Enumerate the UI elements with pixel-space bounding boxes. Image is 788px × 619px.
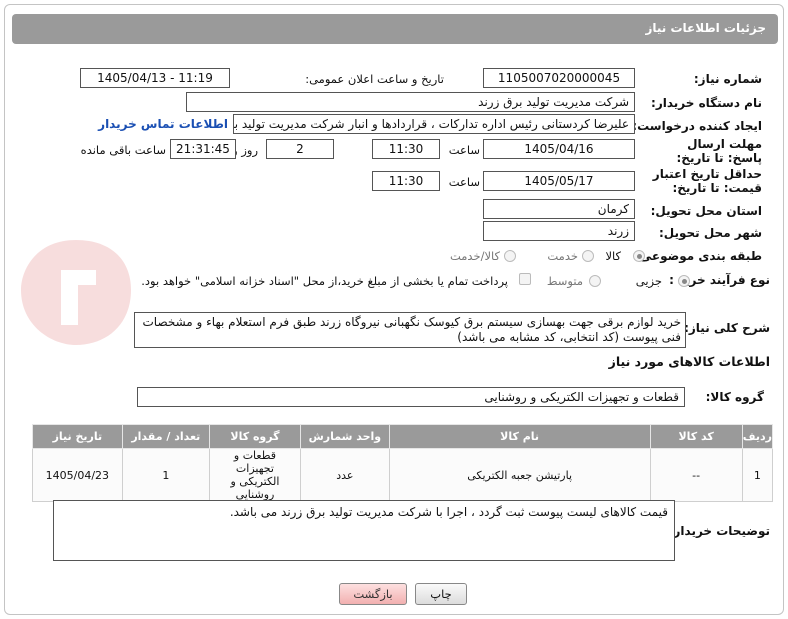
- requester-label: ایجاد کننده درخواست:: [632, 119, 762, 133]
- cell-group: قطعات و تجهیزات الکتریکی و روشنایی: [208, 448, 301, 502]
- goods-section-title: اطلاعات کالاهای مورد نیاز: [608, 354, 770, 369]
- city-field: زرند: [483, 221, 635, 241]
- cell-qty: 1: [121, 448, 210, 502]
- th-code: کد کالا: [649, 424, 743, 449]
- category-label: طبقه بندی موضوعی:: [634, 249, 762, 263]
- back-button[interactable]: بازگشت: [339, 583, 407, 605]
- cell-unit: عدد: [299, 448, 390, 502]
- days-field: 2: [266, 139, 334, 159]
- treasury-payment-checkbox[interactable]: [519, 273, 531, 285]
- reply-time-label: ساعت: [448, 143, 480, 157]
- cell-code: --: [649, 448, 743, 502]
- goods-group-field: قطعات و تجهیزات الکتریکی و روشنایی: [137, 387, 685, 407]
- description-textarea[interactable]: خرید لوازم برقی جهت بهسازی سیستم برق کیو…: [134, 312, 686, 348]
- announce-date-field: 1405/04/13 - 11:19: [80, 68, 230, 88]
- remaining-label: ساعت باقی مانده: [80, 143, 166, 157]
- header-bar: جزئیات اطلاعات نیاز: [12, 14, 778, 44]
- need-number-label: شماره نیاز:: [693, 72, 762, 86]
- need-number-field: 1105007020000045: [483, 68, 635, 88]
- buyer-org-field: شرکت مدیریت تولید برق زرند: [186, 92, 635, 112]
- process-option-minor: جزیی: [635, 274, 662, 288]
- category-option-service: خدمت: [547, 249, 578, 263]
- buyer-notes-label: توضیحات خریدار:: [668, 524, 770, 538]
- requester-field: علیرضا کردستانی رئیس اداره تدارکات ، قرا…: [233, 114, 635, 134]
- process-radio-minor[interactable]: [678, 275, 690, 287]
- buyer-contact-link[interactable]: اطلاعات تماس خریدار: [98, 117, 228, 131]
- cell-name: پارتیشن جعبه الکتریکی: [388, 448, 651, 502]
- province-field: کرمان: [483, 199, 635, 219]
- page-title: جزئیات اطلاعات نیاز: [645, 21, 766, 35]
- table-row: 1 -- پارتیشن جعبه الکتریکی عدد قطعات و ت…: [32, 448, 774, 502]
- goods-group-label: گروه کالا:: [705, 390, 764, 404]
- days-label: روز و: [232, 143, 258, 157]
- description-label: شرح کلی نیاز:: [684, 321, 770, 335]
- price-time-label: ساعت: [448, 175, 480, 189]
- price-date-field: 1405/05/17: [483, 171, 635, 191]
- remaining-time-field: 21:31:45: [170, 139, 236, 159]
- treasury-payment-note: پرداخت تمام یا بخشی از مبلغ خرید،از محل …: [141, 274, 508, 288]
- print-button[interactable]: چاپ: [415, 583, 467, 605]
- price-time-field: 11:30: [372, 171, 440, 191]
- process-radio-medium[interactable]: [589, 275, 601, 287]
- announce-label: تاریخ و ساعت اعلان عمومی:: [305, 72, 444, 86]
- reply-time-field: 11:30: [372, 139, 440, 159]
- th-row: ردیف: [741, 424, 774, 449]
- city-label: شهر محل تحویل:: [658, 226, 762, 240]
- reply-date-field: 1405/04/16: [483, 139, 635, 159]
- category-option-goods-service: کالا/خدمت: [449, 249, 500, 263]
- category-radio-service[interactable]: [582, 250, 594, 262]
- buyer-org-label: نام دستگاه خریدار:: [651, 96, 762, 110]
- reply-deadline-label: مهلت ارسال پاسخ: تا تاریخ:: [676, 137, 763, 165]
- th-unit: واحد شمارش: [299, 424, 390, 449]
- category-radio-goods[interactable]: [633, 250, 645, 262]
- price-validity-label: حداقل تاریخ اعتبار قیمت: تا تاریخ:: [652, 167, 762, 195]
- th-name: نام کالا: [388, 424, 651, 449]
- th-group: گروه کالا: [208, 424, 301, 449]
- category-radio-goods-service[interactable]: [504, 250, 516, 262]
- process-option-medium: متوسط: [546, 274, 583, 288]
- items-table: ردیف کد کالا نام کالا واحد شمارش گروه کا…: [32, 424, 774, 502]
- th-date: تاریخ نیاز: [32, 424, 123, 449]
- cell-date: 1405/04/23: [32, 448, 123, 502]
- cell-row: 1: [741, 448, 774, 502]
- buyer-notes-textarea[interactable]: قیمت کالاهای لیست پیوست ثبت گردد ، اجرا …: [53, 500, 675, 561]
- category-option-goods: کالا: [605, 249, 621, 263]
- province-label: استان محل تحویل:: [650, 204, 762, 218]
- th-qty: تعداد / مقدار: [121, 424, 210, 449]
